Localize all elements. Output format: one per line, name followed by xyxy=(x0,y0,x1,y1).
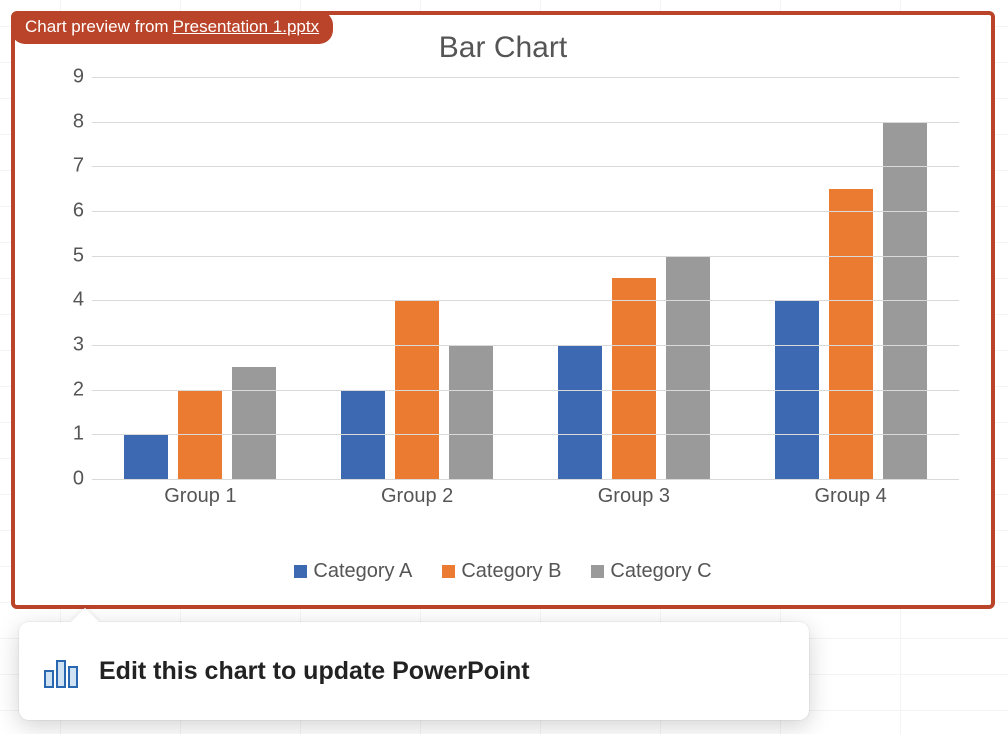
legend-label: Category B xyxy=(461,560,561,583)
y-tick-label: 3 xyxy=(50,334,84,357)
y-tick-label: 5 xyxy=(50,244,84,267)
gridline xyxy=(92,211,959,212)
bar-group xyxy=(742,77,959,479)
gridline xyxy=(92,122,959,123)
bar xyxy=(449,345,493,479)
gridline xyxy=(92,300,959,301)
y-tick-label: 6 xyxy=(50,200,84,223)
y-tick-label: 9 xyxy=(50,66,84,89)
bar xyxy=(829,189,873,479)
legend-swatch-icon xyxy=(442,565,455,578)
legend-item-category-a: Category A xyxy=(294,560,412,583)
y-tick-label: 8 xyxy=(50,110,84,133)
plot-wrap: 0123456789 Group 1Group 2Group 3Group 4 xyxy=(50,77,969,513)
legend-item-category-b: Category B xyxy=(442,560,561,583)
bars-row xyxy=(92,77,959,479)
gridline xyxy=(92,390,959,391)
chart-preview-frame[interactable]: Bar Chart 0123456789 Group 1Group 2Group… xyxy=(11,11,995,609)
legend-item-category-c: Category C xyxy=(591,560,711,583)
gridline xyxy=(92,256,959,257)
badge-prefix-text: Chart preview from xyxy=(25,17,169,37)
gridline xyxy=(92,434,959,435)
gridline xyxy=(92,166,959,167)
edit-chart-tooltip[interactable]: Edit this chart to update PowerPoint xyxy=(19,622,809,720)
legend-label: Category A xyxy=(313,560,412,583)
y-tick-label: 7 xyxy=(50,155,84,178)
y-tick-label: 0 xyxy=(50,468,84,491)
legend-swatch-icon xyxy=(294,565,307,578)
bar xyxy=(232,367,276,479)
gridline xyxy=(92,77,959,78)
bar-chart-icon xyxy=(41,651,81,691)
chart-legend: Category A Category B Category C xyxy=(15,560,991,583)
y-tick-label: 2 xyxy=(50,378,84,401)
plot-area xyxy=(92,77,959,479)
x-tick-label: Group 2 xyxy=(309,479,526,513)
legend-swatch-icon xyxy=(591,565,604,578)
legend-label: Category C xyxy=(610,560,711,583)
bar-group xyxy=(309,77,526,479)
bar xyxy=(124,434,168,479)
y-tick-label: 1 xyxy=(50,423,84,446)
bar xyxy=(666,256,710,479)
x-axis-labels: Group 1Group 2Group 3Group 4 xyxy=(92,479,959,513)
tooltip-text: Edit this chart to update PowerPoint xyxy=(99,657,530,686)
bar xyxy=(558,345,602,479)
x-tick-label: Group 4 xyxy=(742,479,959,513)
x-tick-label: Group 1 xyxy=(92,479,309,513)
badge-filename-link[interactable]: Presentation 1.pptx xyxy=(173,17,319,37)
bar-group xyxy=(92,77,309,479)
chart-preview-badge: Chart preview from Presentation 1.pptx xyxy=(11,11,333,44)
x-tick-label: Group 3 xyxy=(526,479,743,513)
gridline xyxy=(92,345,959,346)
bar xyxy=(612,278,656,479)
y-tick-label: 4 xyxy=(50,289,84,312)
bar-group xyxy=(526,77,743,479)
